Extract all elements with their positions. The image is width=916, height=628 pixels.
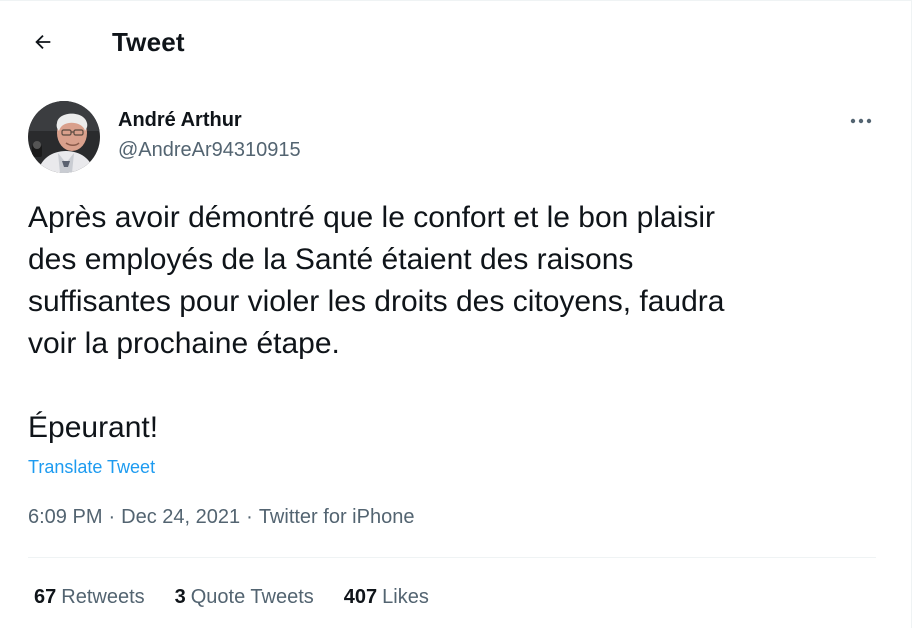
more-horizontal-icon [850,118,872,124]
tweet-detail-panel: Tweet André Arthur @AndreAr94310915 Aprè… [0,0,912,628]
likes-label: Likes [382,586,429,608]
author-handle[interactable]: @AndreAr94310915 [118,137,301,163]
divider [28,557,876,558]
tweet-time[interactable]: 6:09 PM [28,506,102,528]
tweet-date[interactable]: Dec 24, 2021 [121,506,240,528]
tweet-source[interactable]: Twitter for iPhone [259,506,415,528]
meta-separator: · [108,506,116,528]
tweet-stats: 67 Retweets 3 Quote Tweets 407 Likes [34,584,429,610]
quote-tweets-stat[interactable]: 3 Quote Tweets [175,584,314,610]
retweets-stat[interactable]: 67 Retweets [34,584,145,610]
page-title: Tweet [112,27,185,57]
profile-photo [28,101,100,173]
avatar[interactable] [28,101,100,173]
more-options-button[interactable] [842,107,880,135]
retweets-label: Retweets [61,586,145,608]
likes-stat[interactable]: 407 Likes [344,584,429,610]
translate-tweet-link[interactable]: Translate Tweet [28,455,155,479]
arrow-left-icon [35,34,51,50]
likes-count: 407 [343,586,378,608]
tweet-text: Après avoir démontré que le confort et l… [28,201,725,444]
retweets-count: 67 [34,586,57,608]
tweet-meta: 6:09 PM · Dec 24, 2021 · Twitter for iPhone [28,504,414,530]
author-display-name[interactable]: André Arthur [118,107,242,133]
page-header: Tweet [0,1,912,85]
quote-tweets-count: 3 [174,586,186,608]
meta-separator: · [246,506,253,528]
quote-tweets-label: Quote Tweets [190,586,314,608]
back-button[interactable] [24,23,62,61]
